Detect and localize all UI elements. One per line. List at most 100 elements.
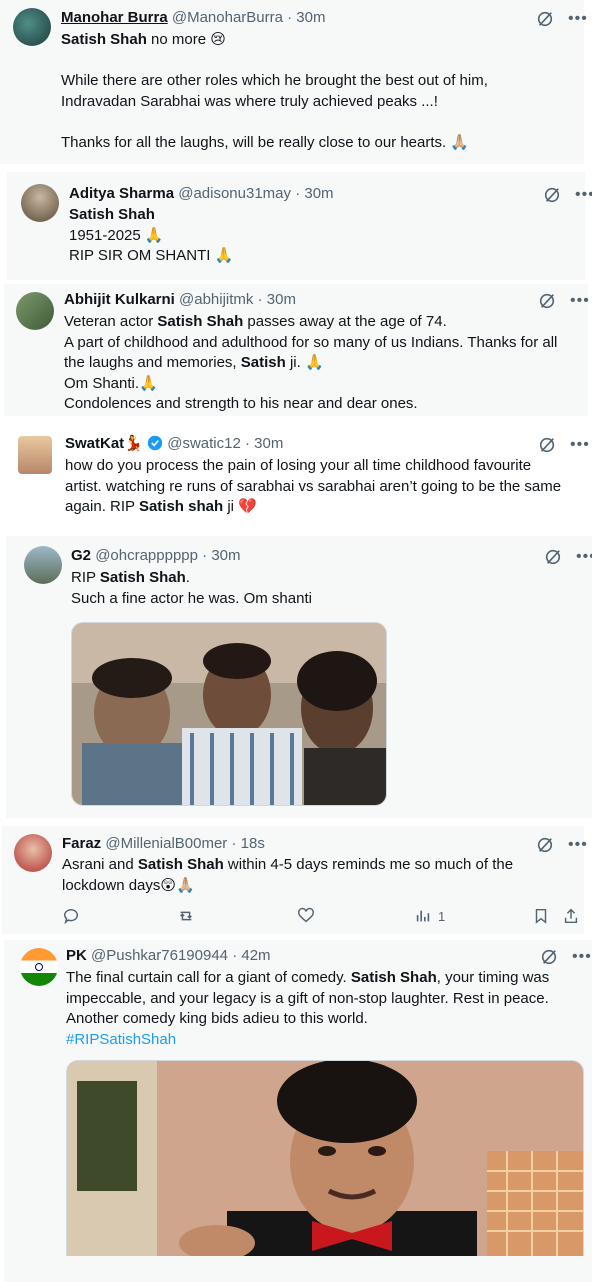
text-line: impeccable, and your legacy is a gift of… xyxy=(66,989,549,1007)
tweet-header: G2 @ohcrapppppp · 30m xyxy=(71,546,241,566)
avatar[interactable] xyxy=(21,184,59,222)
tweet-top-actions: ••• xyxy=(536,10,588,28)
tweet-card[interactable]: SwatKat💃 @swatic12 · 30m ••• how do you … xyxy=(4,428,590,524)
tweet-top-actions: ••• xyxy=(538,436,590,454)
more-icon[interactable]: ••• xyxy=(576,549,592,565)
avatar[interactable] xyxy=(18,436,52,474)
tweet-card[interactable]: Aditya Sharma @adisonu31may · 30m ••• Sa… xyxy=(7,172,592,280)
author-handle[interactable]: @MillenialB00mer xyxy=(105,835,227,852)
tweet-time[interactable]: · 42m xyxy=(232,947,270,964)
tweet-header: SwatKat💃 @swatic12 · 30m xyxy=(65,434,283,454)
tweet-photo[interactable] xyxy=(71,622,387,806)
views-icon xyxy=(416,910,430,922)
tweet-top-actions: ••• xyxy=(538,292,590,310)
grok-icon[interactable] xyxy=(540,948,558,966)
bookmark-icon xyxy=(535,908,547,924)
avatar[interactable] xyxy=(14,834,52,872)
author-handle[interactable]: @Pushkar76190944 xyxy=(91,947,228,964)
author-name[interactable]: Faraz xyxy=(62,835,101,852)
text-line xyxy=(61,112,561,133)
avatar[interactable] xyxy=(20,948,58,986)
text-line: Such a fine actor he was. Om shanti xyxy=(71,589,312,607)
tweet-header: PK @Pushkar76190944 · 42m xyxy=(66,946,271,966)
tweet-card[interactable]: Faraz @MillenialB00mer · 18s ••• Asrani … xyxy=(2,826,587,934)
text-line: While there are other roles which he bro… xyxy=(61,72,488,89)
more-icon[interactable]: ••• xyxy=(568,11,588,27)
photo-three-actors xyxy=(72,623,386,805)
author-handle[interactable]: @ManoharBurra xyxy=(172,9,283,26)
tweet-text: how do you process the pain of losing yo… xyxy=(65,456,585,518)
reply-icon xyxy=(63,909,78,925)
text-line: 1951-2025 🙏 xyxy=(69,226,164,244)
bookmark-button[interactable] xyxy=(532,907,550,925)
grok-icon[interactable] xyxy=(538,436,556,454)
author-handle[interactable]: @abhijitmk xyxy=(179,291,253,308)
like-button[interactable] xyxy=(297,907,315,925)
tweet-top-actions: ••• xyxy=(543,186,592,204)
tweet-text: Satish Shah no more 😢 While there are ot… xyxy=(61,30,561,153)
author-handle[interactable]: @adisonu31may xyxy=(178,185,291,202)
tweet-time[interactable]: · 30m xyxy=(295,185,333,202)
text-line: Satish Shah xyxy=(69,206,155,223)
grok-icon[interactable] xyxy=(536,836,554,854)
tweet-time[interactable]: · 30m xyxy=(287,9,325,26)
author-handle[interactable]: @swatic12 xyxy=(167,435,241,452)
author-name[interactable]: Manohar Burra xyxy=(61,9,168,26)
text-line: A part of childhood and adulthood for so… xyxy=(64,333,558,351)
views-button[interactable]: 1 xyxy=(414,907,445,925)
heart-icon xyxy=(298,907,314,923)
more-icon[interactable]: ••• xyxy=(570,293,590,309)
grok-icon[interactable] xyxy=(536,10,554,28)
tweet-card[interactable]: G2 @ohcrapppppp · 30m ••• RIP Satish Sha… xyxy=(6,536,592,818)
text-line: RIP SIR OM SHANTI 🙏 xyxy=(69,247,234,264)
text-line: the laughs and memories, Satish ji. 🙏 xyxy=(64,354,324,371)
text-line xyxy=(61,51,561,72)
tweet-action-bar: 1 xyxy=(62,906,582,926)
author-handle[interactable]: @ohcrapppppp xyxy=(95,547,198,564)
reply-button[interactable] xyxy=(62,907,80,925)
tweet-time[interactable]: · 30m xyxy=(245,435,283,452)
tweet-text: The final curtain call for a giant of co… xyxy=(66,968,586,1050)
text-line: Indravadan Sarabhai was where truly achi… xyxy=(61,92,438,110)
name-emoji: 💃 xyxy=(124,435,143,452)
views-count: 1 xyxy=(438,908,446,924)
author-name[interactable]: PK xyxy=(66,947,87,964)
repost-icon xyxy=(180,911,192,921)
tweet-card[interactable]: Abhijit Kulkarni @abhijitmk · 30m ••• Ve… xyxy=(4,284,590,416)
text-line: Thanks for all the laughs, will be reall… xyxy=(61,133,470,151)
avatar[interactable] xyxy=(13,8,51,46)
tweet-time[interactable]: · 18s xyxy=(231,835,264,852)
tweet-time[interactable]: · 30m xyxy=(258,291,296,308)
author-name[interactable]: Abhijit Kulkarni xyxy=(64,291,175,308)
share-icon xyxy=(564,908,578,924)
tweet-photo[interactable] xyxy=(66,1060,584,1256)
text-line: again. RIP Satish shah ji 💔 xyxy=(65,498,257,515)
text-line: Veteran actor Satish Shah passes away at… xyxy=(64,313,447,330)
grok-icon[interactable] xyxy=(538,292,556,310)
more-icon[interactable]: ••• xyxy=(568,837,588,853)
text-line: how do you process the pain of losing yo… xyxy=(65,457,532,474)
author-name[interactable]: G2 xyxy=(71,547,91,564)
photo-actor-bowtie xyxy=(67,1061,583,1256)
tweet-top-actions: ••• xyxy=(536,836,588,854)
more-icon[interactable]: ••• xyxy=(570,437,590,453)
tweet-text: Satish Shah 1951-2025 🙏 RIP SIR OM SHANT… xyxy=(69,205,549,267)
avatar[interactable] xyxy=(24,546,62,584)
tweet-text: Veteran actor Satish Shah passes away at… xyxy=(64,312,584,415)
text-line: Satish Shah no more 😢 xyxy=(61,31,226,48)
more-icon[interactable]: ••• xyxy=(572,949,592,965)
avatar[interactable] xyxy=(16,292,54,330)
share-button[interactable] xyxy=(562,907,580,925)
grok-icon[interactable] xyxy=(544,548,562,566)
more-icon[interactable]: ••• xyxy=(575,187,592,203)
author-name[interactable]: Aditya Sharma xyxy=(69,185,174,202)
verified-icon xyxy=(147,435,163,451)
author-name[interactable]: SwatKat xyxy=(65,435,124,452)
tweet-card[interactable]: Manohar Burra @ManoharBurra · 30m ••• Sa… xyxy=(0,0,587,164)
tweet-header: Manohar Burra @ManoharBurra · 30m xyxy=(61,8,325,28)
repost-button[interactable] xyxy=(177,907,195,925)
tweet-time[interactable]: · 30m xyxy=(202,547,240,564)
grok-icon[interactable] xyxy=(543,186,561,204)
hashtag-link[interactable]: #RIPSatishShah xyxy=(66,1030,586,1051)
tweet-card[interactable]: PK @Pushkar76190944 · 42m ••• The final … xyxy=(4,940,592,1282)
